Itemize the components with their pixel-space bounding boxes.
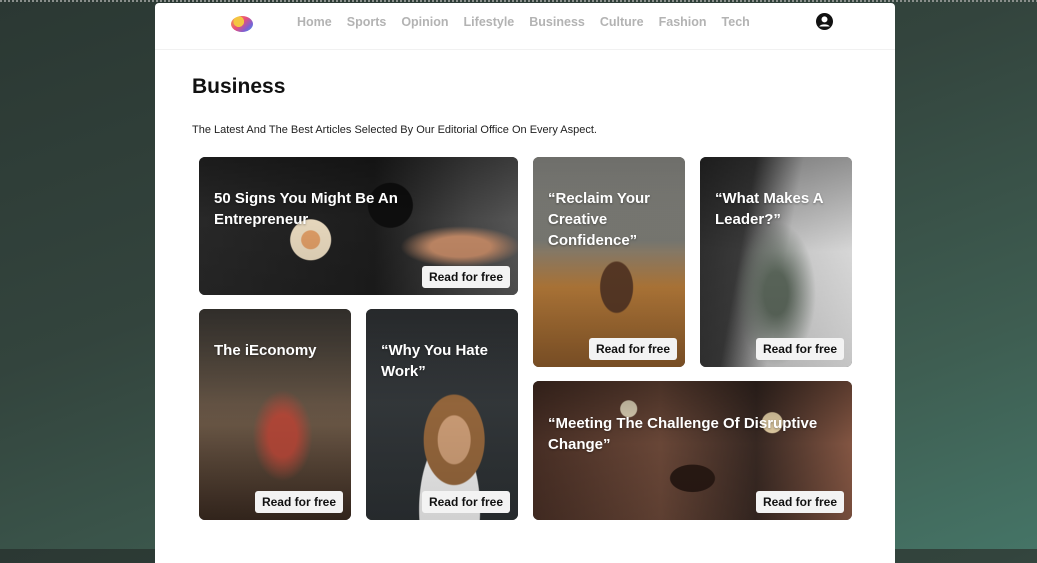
article-card[interactable]: The iEconomy Read for free [199,309,351,520]
read-for-free-button[interactable]: Read for free [421,266,510,288]
article-title: The iEconomy [214,342,317,359]
section-title: Business [192,75,286,98]
nav-item-tech[interactable]: Tech [722,15,750,29]
nav-item-home[interactable]: Home [297,15,332,29]
top-dotted-border [0,0,1037,2]
read-for-free-button[interactable]: Read for free [588,338,677,360]
nav-item-fashion[interactable]: Fashion [659,15,707,29]
user-avatar-icon[interactable] [816,13,833,30]
read-for-free-button[interactable]: Read for free [755,338,844,360]
article-card[interactable]: “Why You Hate Work” Read for free [366,309,518,520]
page-container: Home Sports Opinion Lifestyle Business C… [155,3,895,563]
article-title: “What Makes A Leader?” [715,190,824,228]
site-logo[interactable] [231,16,253,32]
article-title: “Reclaim Your Creative Confidence” [548,190,650,249]
nav-item-lifestyle[interactable]: Lifestyle [464,15,515,29]
navbar: Home Sports Opinion Lifestyle Business C… [155,3,895,50]
read-for-free-button[interactable]: Read for free [755,491,844,513]
article-title: “Meeting The Challenge Of Disruptive Cha… [548,415,818,453]
nav-item-opinion[interactable]: Opinion [401,15,448,29]
section-subtitle: The Latest And The Best Articles Selecte… [192,124,597,136]
read-for-free-button[interactable]: Read for free [254,491,343,513]
article-card[interactable]: 50 Signs You Might Be An Entrepreneur Re… [199,157,518,295]
article-card[interactable]: “What Makes A Leader?” Read for free [700,157,852,367]
article-title: 50 Signs You Might Be An Entrepreneur [214,190,398,228]
main-nav: Home Sports Opinion Lifestyle Business C… [297,15,765,29]
nav-item-sports[interactable]: Sports [347,15,387,29]
nav-item-culture[interactable]: Culture [600,15,644,29]
article-title: “Why You Hate Work” [381,342,488,380]
read-for-free-button[interactable]: Read for free [421,491,510,513]
article-card[interactable]: “Meeting The Challenge Of Disruptive Cha… [533,381,852,520]
nav-item-business[interactable]: Business [529,15,585,29]
article-card[interactable]: “Reclaim Your Creative Confidence” Read … [533,157,685,367]
